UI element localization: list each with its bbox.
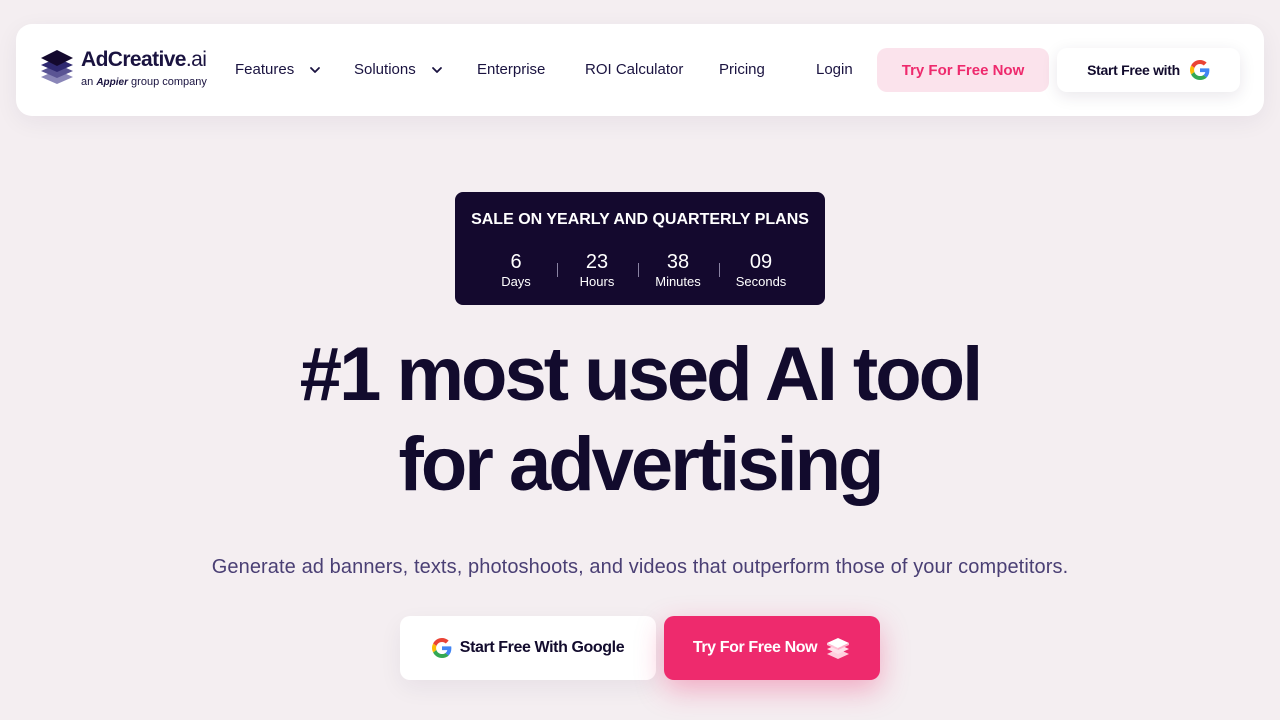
countdown-unit: Minutes	[655, 274, 701, 289]
try-free-button[interactable]: Try For Free Now	[664, 616, 880, 680]
logo-stack-icon	[41, 50, 73, 84]
countdown-days: 6 Days	[476, 250, 556, 289]
nav-item-roi-calculator[interactable]: ROI Calculator	[585, 61, 683, 78]
adcreative-logo[interactable]: AdCreative.ai an Appier group company	[40, 48, 210, 92]
nav-item-label: Solutions	[354, 61, 416, 78]
start-free-google-nav-button[interactable]: Start Free with	[1057, 48, 1240, 92]
hero-headline-line-2: for advertising	[398, 422, 885, 507]
try-free-label: Try For Free Now	[692, 639, 818, 656]
start-free-google-label: Start Free With Google	[459, 639, 625, 656]
nav-item-label: Features	[235, 61, 295, 78]
nav-item-label: ROI Calculator	[585, 61, 684, 78]
countdown-value: 38	[666, 251, 690, 273]
nav-item-solutions[interactable]: Solutions	[354, 61, 444, 78]
login-link[interactable]: Login	[816, 61, 853, 78]
start-free-google-button[interactable]: Start Free With Google	[400, 616, 656, 680]
nav-item-label: Enterprise	[477, 61, 546, 78]
nav-item-features[interactable]: Features	[235, 61, 322, 78]
cube-stack-icon	[827, 638, 850, 659]
google-g-icon	[431, 638, 452, 658]
countdown-unit: Hours	[579, 274, 615, 289]
sale-title: SALE ON YEARLY AND QUARTERLY PLANS	[471, 211, 809, 228]
chevron-down-icon	[310, 66, 321, 73]
sale-countdown-banner: SALE ON YEARLY AND QUARTERLY PLANS 6 Day…	[455, 192, 825, 305]
try-free-nav-label: Try For Free Now	[901, 61, 1025, 79]
hero-subtitle: Generate ad banners, texts, photoshoots,…	[211, 556, 1069, 578]
nav-item-label: Pricing	[719, 61, 765, 78]
start-free-google-nav-label: Start Free with	[1087, 62, 1180, 78]
top-navbar: AdCreative.ai an Appier group company Fe…	[16, 24, 1264, 116]
google-g-icon	[1189, 60, 1210, 80]
countdown-divider	[719, 263, 720, 277]
countdown-value: 09	[749, 251, 773, 273]
hero-headline-line-1: #1 most used AI tool	[299, 332, 983, 417]
nav-item-enterprise[interactable]: Enterprise	[477, 61, 545, 78]
logo-wordmark: AdCreative.ai	[81, 48, 207, 71]
try-free-nav-button[interactable]: Try For Free Now	[877, 48, 1049, 92]
countdown-unit: Days	[501, 274, 531, 289]
countdown-timer: 6 Days 23 Hours 38 Minutes 09 Seconds	[455, 250, 825, 290]
login-label: Login	[816, 61, 853, 78]
logo-subtitle: an Appier group company	[81, 76, 207, 88]
countdown-value: 6	[510, 251, 522, 273]
countdown-seconds: 09 Seconds	[721, 250, 801, 289]
hero-headline: #1 most used AI tool for advertising	[0, 330, 1280, 510]
countdown-minutes: 38 Minutes	[638, 250, 718, 289]
countdown-hours: 23 Hours	[557, 250, 637, 289]
countdown-value: 23	[585, 251, 609, 273]
chevron-down-icon	[431, 66, 442, 73]
countdown-unit: Seconds	[735, 274, 787, 289]
nav-item-pricing[interactable]: Pricing	[719, 61, 765, 78]
